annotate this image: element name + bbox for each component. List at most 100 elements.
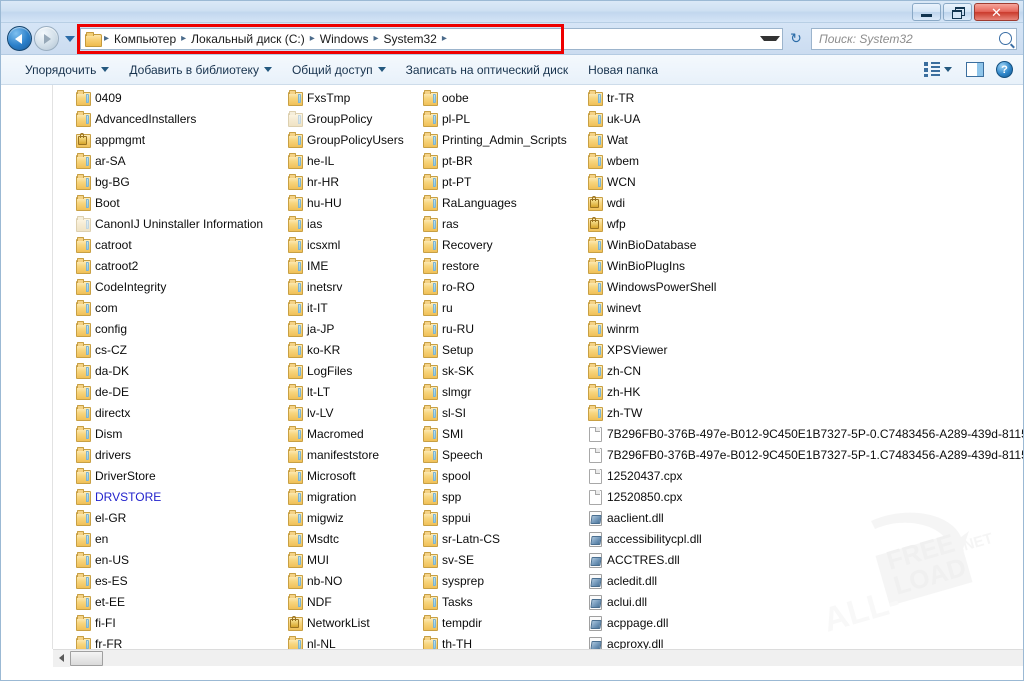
list-item[interactable]: migration: [287, 486, 422, 507]
list-item[interactable]: sl-SI: [422, 402, 587, 423]
list-item[interactable]: pt-PT: [422, 171, 587, 192]
list-item[interactable]: ACCTRES.dll: [587, 549, 1023, 570]
list-item[interactable]: Msdtc: [287, 528, 422, 549]
restore-button[interactable]: [943, 3, 972, 21]
list-item[interactable]: winevt: [587, 297, 1023, 318]
list-item[interactable]: Macromed: [287, 423, 422, 444]
list-item[interactable]: 0409: [75, 87, 287, 108]
list-item[interactable]: sysprep: [422, 570, 587, 591]
list-item[interactable]: IME: [287, 255, 422, 276]
list-item[interactable]: Recovery: [422, 234, 587, 255]
list-item[interactable]: ar-SA: [75, 150, 287, 171]
list-item[interactable]: inetsrv: [287, 276, 422, 297]
list-item[interactable]: da-DK: [75, 360, 287, 381]
breadcrumb-item-local-disk[interactable]: Локальный диск (C:): [187, 32, 309, 46]
list-item[interactable]: migwiz: [287, 507, 422, 528]
refresh-button[interactable]: ↻: [785, 28, 807, 50]
list-item[interactable]: accessibilitycpl.dll: [587, 528, 1023, 549]
list-item[interactable]: uk-UA: [587, 108, 1023, 129]
minimize-button[interactable]: [912, 3, 941, 21]
address-dropdown-icon[interactable]: [760, 36, 780, 41]
breadcrumb-separator-3[interactable]: ▸: [372, 33, 379, 44]
list-item[interactable]: bg-BG: [75, 171, 287, 192]
list-item[interactable]: he-IL: [287, 150, 422, 171]
list-item[interactable]: ras: [422, 213, 587, 234]
breadcrumb[interactable]: ▸ Компьютер ▸ Локальный диск (C:) ▸ Wind…: [80, 28, 783, 50]
list-item[interactable]: drivers: [75, 444, 287, 465]
list-item[interactable]: SMI: [422, 423, 587, 444]
list-item[interactable]: directx: [75, 402, 287, 423]
list-item[interactable]: zh-HK: [587, 381, 1023, 402]
list-item[interactable]: appmgmt: [75, 129, 287, 150]
list-item[interactable]: zh-TW: [587, 402, 1023, 423]
toolbar-item-burn[interactable]: Записать на оптический диск: [396, 59, 579, 81]
list-item[interactable]: ias: [287, 213, 422, 234]
history-dropdown-icon[interactable]: [65, 36, 75, 42]
list-item[interactable]: 7B296FB0-376B-497e-B012-9C450E1B7327-5P-…: [587, 423, 1023, 444]
list-item[interactable]: winrm: [587, 318, 1023, 339]
close-button[interactable]: ✕: [974, 3, 1019, 21]
list-item[interactable]: el-GR: [75, 507, 287, 528]
list-item[interactable]: pt-BR: [422, 150, 587, 171]
list-item[interactable]: LogFiles: [287, 360, 422, 381]
list-item[interactable]: icsxml: [287, 234, 422, 255]
list-item[interactable]: WCN: [587, 171, 1023, 192]
preview-pane-icon[interactable]: [966, 62, 984, 77]
list-item[interactable]: de-DE: [75, 381, 287, 402]
scrollbar-thumb[interactable]: [70, 651, 103, 666]
list-item[interactable]: en: [75, 528, 287, 549]
list-item[interactable]: spp: [422, 486, 587, 507]
list-item[interactable]: cs-CZ: [75, 339, 287, 360]
list-item[interactable]: acppage.dll: [587, 612, 1023, 633]
list-item[interactable]: sr-Latn-CS: [422, 528, 587, 549]
list-item[interactable]: Microsoft: [287, 465, 422, 486]
list-item[interactable]: wfp: [587, 213, 1023, 234]
list-item[interactable]: slmgr: [422, 381, 587, 402]
toolbar-item-organize[interactable]: Упорядочить: [15, 59, 119, 81]
list-item[interactable]: hu-HU: [287, 192, 422, 213]
list-item[interactable]: pl-PL: [422, 108, 587, 129]
list-item[interactable]: aaclient.dll: [587, 507, 1023, 528]
list-item[interactable]: WinBioPlugIns: [587, 255, 1023, 276]
list-item[interactable]: ro-RO: [422, 276, 587, 297]
breadcrumb-separator-0[interactable]: ▸: [103, 33, 110, 44]
toolbar-item-new-folder[interactable]: Новая папка: [578, 59, 668, 81]
list-item[interactable]: com: [75, 297, 287, 318]
list-item[interactable]: fr-FR: [75, 633, 287, 649]
list-item[interactable]: nl-NL: [287, 633, 422, 649]
back-button[interactable]: [7, 26, 32, 51]
list-item[interactable]: NetworkList: [287, 612, 422, 633]
list-item[interactable]: catroot: [75, 234, 287, 255]
toolbar-item-add-to-library[interactable]: Добавить в библиотеку: [119, 59, 282, 81]
list-item[interactable]: sv-SE: [422, 549, 587, 570]
list-item[interactable]: it-IT: [287, 297, 422, 318]
list-item[interactable]: ru-RU: [422, 318, 587, 339]
list-item[interactable]: CodeIntegrity: [75, 276, 287, 297]
list-item[interactable]: WinBioDatabase: [587, 234, 1023, 255]
list-item[interactable]: CanonIJ Uninstaller Information: [75, 213, 287, 234]
list-item[interactable]: spool: [422, 465, 587, 486]
list-item[interactable]: Printing_Admin_Scripts: [422, 129, 587, 150]
list-item[interactable]: hr-HR: [287, 171, 422, 192]
toolbar-item-share[interactable]: Общий доступ: [282, 59, 396, 81]
list-item[interactable]: MUI: [287, 549, 422, 570]
list-item[interactable]: Speech: [422, 444, 587, 465]
list-item[interactable]: 7B296FB0-376B-497e-B012-9C450E1B7327-5P-…: [587, 444, 1023, 465]
list-item[interactable]: aclui.dll: [587, 591, 1023, 612]
breadcrumb-item-system32[interactable]: System32: [379, 32, 440, 46]
list-item[interactable]: nb-NO: [287, 570, 422, 591]
breadcrumb-item-computer[interactable]: Компьютер: [110, 32, 180, 46]
list-item[interactable]: oobe: [422, 87, 587, 108]
list-item[interactable]: acproxy.dll: [587, 633, 1023, 649]
list-item[interactable]: FxsTmp: [287, 87, 422, 108]
list-item[interactable]: 12520437.cpx: [587, 465, 1023, 486]
list-item[interactable]: ko-KR: [287, 339, 422, 360]
forward-button[interactable]: [34, 26, 59, 51]
list-item[interactable]: 12520850.cpx: [587, 486, 1023, 507]
list-item[interactable]: GroupPolicyUsers: [287, 129, 422, 150]
breadcrumb-item-windows[interactable]: Windows: [316, 32, 373, 46]
chevron-down-icon[interactable]: [944, 67, 952, 72]
list-item[interactable]: lt-LT: [287, 381, 422, 402]
list-item[interactable]: restore: [422, 255, 587, 276]
horizontal-scrollbar[interactable]: [53, 649, 1023, 666]
